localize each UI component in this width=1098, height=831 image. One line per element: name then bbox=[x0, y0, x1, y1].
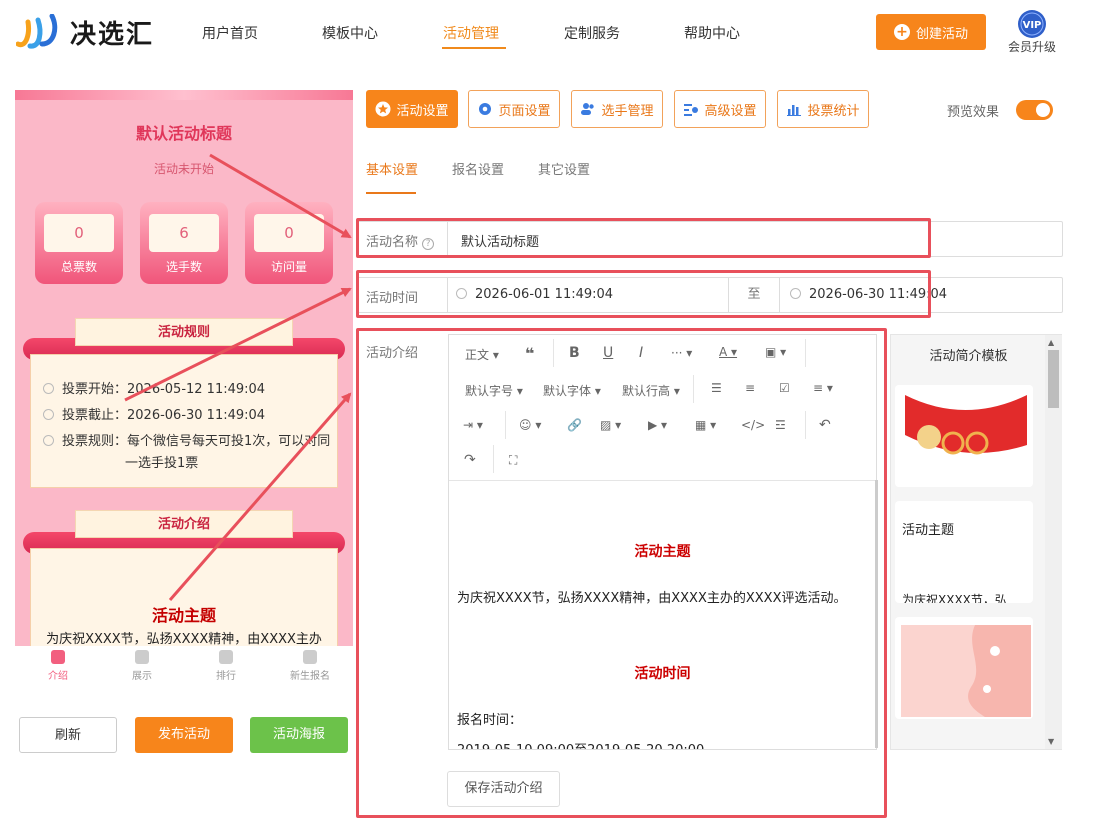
create-activity-label: 创建活动 bbox=[915, 26, 968, 42]
stat-visits: 0 访问量 bbox=[245, 202, 333, 284]
stat-label: 访问量 bbox=[270, 260, 307, 274]
rules-heading: 活动规则 bbox=[75, 318, 293, 346]
rule-detail-cont: 一选手投1票 bbox=[125, 456, 199, 471]
activity-poster-button[interactable]: 活动海报 bbox=[250, 717, 348, 753]
preview-intro-theme: 活动主题 bbox=[151, 606, 216, 625]
tab-vote-statistics[interactable]: 投票统计 bbox=[777, 90, 869, 128]
vip-upgrade-label[interactable]: 会员升级 bbox=[1008, 38, 1056, 55]
subtab-basic[interactable]: 基本设置 bbox=[366, 159, 418, 178]
tabbar-label: 新生报名 bbox=[290, 671, 330, 682]
template-panel-scroll-thumb[interactable] bbox=[1048, 350, 1059, 408]
tabbar-label: 展示 bbox=[132, 671, 152, 682]
plus-icon: + bbox=[893, 24, 910, 40]
tab-advanced-settings[interactable]: 高级设置 bbox=[674, 90, 766, 128]
preview-activity-title: 默认活动标题 bbox=[135, 124, 232, 143]
tabbar-intro[interactable]: 介绍 bbox=[23, 650, 93, 682]
gear-icon bbox=[479, 103, 492, 115]
template-card-title: 活动主题 bbox=[902, 523, 955, 538]
template-thumbnail bbox=[901, 625, 1031, 717]
template-thumbnail bbox=[895, 385, 1033, 487]
rule-detail-text: 投票规则：每个微信号每天可投1次，可以对同 bbox=[62, 434, 331, 449]
rule-end-text: 投票截止：2026-06-30 11:49:04 bbox=[62, 408, 266, 423]
preview-activity-status: 活动未开始 bbox=[153, 162, 214, 176]
pill-icon bbox=[303, 650, 317, 664]
info-icon bbox=[43, 435, 54, 446]
template-card-text: 为庆祝XXXX节，弘 bbox=[902, 593, 1007, 603]
vip-badge-icon[interactable]: VIP bbox=[1017, 9, 1047, 39]
heart-icon bbox=[219, 650, 233, 664]
intro-template-panel: 活动简介模板 活动主题 为庆祝XXXX节，弘 bbox=[890, 334, 1062, 750]
tabbar-signup[interactable]: 新生报名 bbox=[275, 650, 345, 682]
tabbar-ranking[interactable]: 排行 bbox=[191, 650, 261, 682]
create-activity-button[interactable]: + 创建活动 bbox=[876, 14, 986, 50]
tab-label: 选手管理 bbox=[601, 103, 654, 119]
tab-label: 页面设置 bbox=[498, 103, 551, 119]
tab-activity-settings[interactable]: 活动设置 bbox=[366, 90, 458, 128]
template-card-1[interactable] bbox=[895, 385, 1033, 487]
tab-label: 活动设置 bbox=[396, 103, 449, 119]
preview-tabbar: 介绍 展示 排行 新生报名 bbox=[15, 646, 353, 692]
rule-start: 投票开始：2026-05-12 11:49:04 bbox=[43, 378, 265, 397]
nav-templates[interactable]: 模板中心 bbox=[322, 23, 378, 43]
subtab-other[interactable]: 其它设置 bbox=[538, 159, 590, 178]
nav-home[interactable]: 用户首页 bbox=[202, 23, 258, 43]
nav-activity-management[interactable]: 活动管理 bbox=[443, 23, 499, 43]
publish-activity-button[interactable]: 发布活动 bbox=[135, 717, 233, 753]
annotation-box-name bbox=[356, 218, 931, 258]
mobile-preview: 默认活动标题 活动未开始 0 总票数 6 选手数 0 访问量 活动规则 投票开始… bbox=[15, 90, 353, 646]
template-panel-title: 活动简介模板 bbox=[929, 349, 1008, 364]
vip-badge-text: VIP bbox=[1023, 20, 1042, 31]
tab-label: 投票统计 bbox=[807, 103, 860, 119]
stat-value: 0 bbox=[44, 214, 114, 252]
star-icon bbox=[375, 101, 391, 117]
preview-banner-strip bbox=[15, 90, 353, 100]
scroll-up-icon[interactable]: ▲ bbox=[1048, 338, 1054, 347]
annotation-box-intro bbox=[356, 328, 887, 818]
stat-contestants: 6 选手数 bbox=[140, 202, 228, 284]
subtab-active-underline bbox=[366, 192, 416, 194]
annotation-box-time bbox=[356, 270, 931, 318]
tabbar-showcase[interactable]: 展示 bbox=[107, 650, 177, 682]
intro-heading: 活动介绍 bbox=[75, 510, 293, 538]
clock-icon bbox=[43, 383, 54, 394]
refresh-button[interactable]: 刷新 bbox=[19, 717, 117, 753]
tab-contestant-management[interactable]: 选手管理 bbox=[571, 90, 663, 128]
tabbar-label: 介绍 bbox=[48, 671, 68, 682]
tab-label: 高级设置 bbox=[704, 103, 757, 119]
users-icon bbox=[581, 103, 595, 115]
stat-label: 总票数 bbox=[60, 260, 97, 274]
clock-icon bbox=[43, 409, 54, 420]
rule-end: 投票截止：2026-06-30 11:49:04 bbox=[43, 404, 265, 423]
person-icon bbox=[51, 650, 65, 664]
scroll-down-icon[interactable]: ▼ bbox=[1048, 737, 1054, 746]
tab-page-settings[interactable]: 页面设置 bbox=[468, 90, 560, 128]
nav-custom-service[interactable]: 定制服务 bbox=[564, 23, 620, 43]
top-header: 决选汇 用户首页 模板中心 活动管理 定制服务 帮助中心 + 创建活动 VIP … bbox=[0, 0, 1098, 70]
preview-intro-line: 为庆祝XXXX节，弘扬XXXX精神，由XXXX主办 bbox=[46, 632, 322, 646]
stat-value: 0 bbox=[254, 214, 324, 252]
subtab-registration[interactable]: 报名设置 bbox=[452, 159, 504, 178]
stat-total-votes: 0 总票数 bbox=[35, 202, 123, 284]
bar-chart-icon bbox=[787, 105, 802, 116]
preview-effect-toggle[interactable] bbox=[1016, 100, 1053, 120]
stat-value: 6 bbox=[149, 214, 219, 252]
preview-effect-label: 预览效果 bbox=[947, 105, 1000, 120]
rule-detail: 投票规则：每个微信号每天可投1次，可以对同 bbox=[43, 430, 330, 449]
tabbar-label: 排行 bbox=[216, 671, 236, 682]
image-icon bbox=[135, 650, 149, 664]
nav-help[interactable]: 帮助中心 bbox=[684, 23, 740, 43]
rule-start-text: 投票开始：2026-05-12 11:49:04 bbox=[62, 382, 266, 397]
toggle-knob bbox=[1036, 103, 1050, 117]
nav-active-underline bbox=[442, 47, 506, 49]
template-card-2[interactable]: 活动主题 为庆祝XXXX节，弘 bbox=[895, 501, 1033, 603]
stat-label: 选手数 bbox=[165, 260, 202, 274]
sliders-icon bbox=[684, 104, 699, 116]
template-card-3[interactable] bbox=[895, 617, 1033, 719]
logo-text[interactable]: 决选汇 bbox=[70, 14, 154, 51]
logo-icon[interactable] bbox=[16, 14, 62, 50]
